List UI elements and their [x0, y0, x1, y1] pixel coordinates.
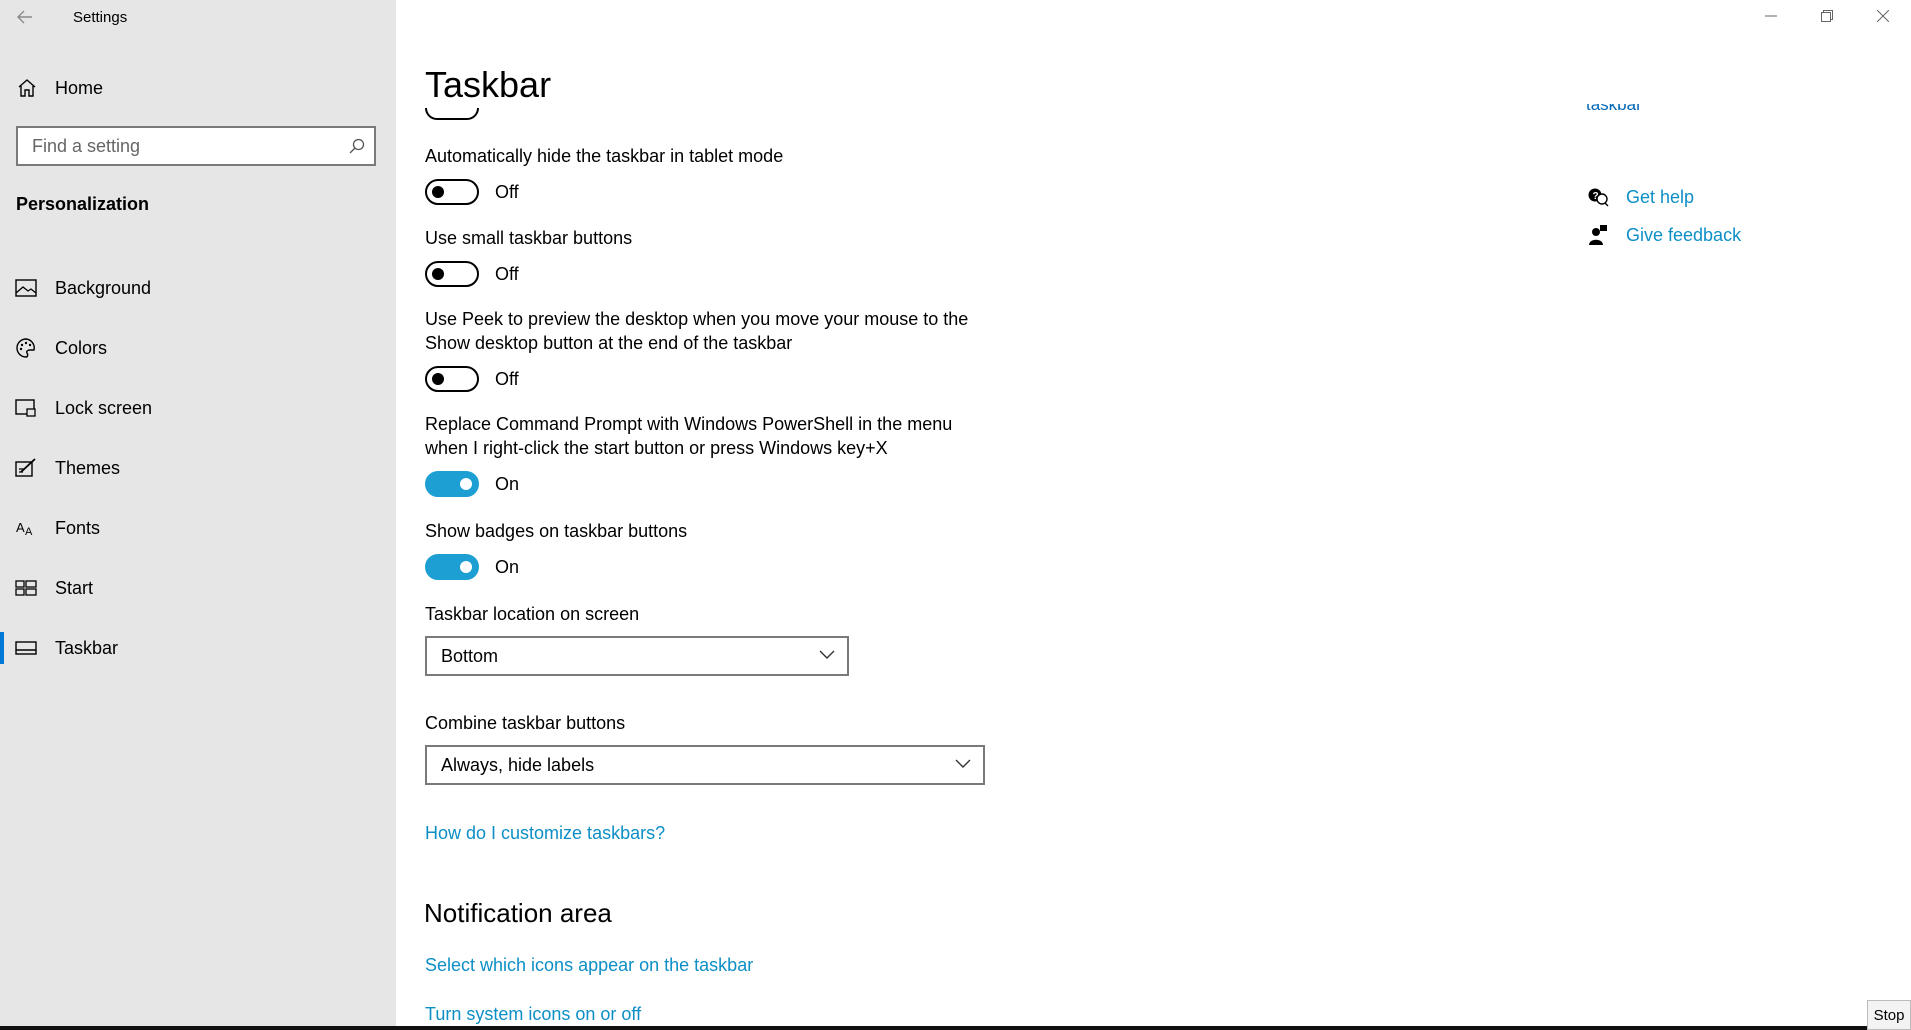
scrolled-toggle-edge: [425, 108, 479, 120]
small-buttons-toggle[interactable]: [425, 261, 479, 287]
system-taskbar-edge: [0, 1026, 1911, 1030]
page-title: Taskbar: [425, 64, 552, 105]
select-icons-link[interactable]: Select which icons appear on the taskbar: [425, 955, 753, 976]
clipped-link-text: taskbar: [1586, 104, 1642, 114]
chat-help-icon: ?: [1586, 185, 1610, 209]
close-button[interactable]: [1855, 0, 1911, 32]
search-icon[interactable]: [348, 137, 366, 160]
feedback-icon: [1586, 223, 1610, 247]
themes-icon: [14, 456, 38, 480]
title-bar: Settings: [0, 0, 396, 34]
setting-small-buttons: Use small taskbar buttons Off: [425, 226, 985, 288]
taskbar-location-label: Taskbar location on screen: [425, 604, 640, 624]
sidebar-item-label: Start: [55, 577, 94, 598]
help-panel: ? Get help Give feedback: [1586, 178, 1741, 254]
lock-screen-icon: [14, 396, 38, 420]
toggle-state: Off: [495, 263, 519, 284]
get-help-label: Get help: [1626, 186, 1695, 207]
restore-icon: [1821, 10, 1833, 22]
search-input[interactable]: [18, 135, 338, 157]
home-label: Home: [55, 77, 104, 98]
search-box[interactable]: [16, 126, 376, 166]
app-title: Settings: [73, 8, 128, 26]
setting-title: Use small taskbar buttons: [425, 228, 633, 248]
peek-toggle[interactable]: [425, 366, 479, 392]
sidebar-item-label: Fonts: [55, 517, 101, 538]
chevron-down-icon: [955, 756, 971, 774]
sidebar-item-lock-screen[interactable]: Lock screen: [0, 378, 396, 438]
powershell-toggle[interactable]: [425, 471, 479, 497]
combine-buttons-label: Combine taskbar buttons: [425, 713, 626, 733]
autohide-tablet-toggle[interactable]: [425, 179, 479, 205]
setting-peek: Use Peek to preview the desktop when you…: [425, 307, 985, 393]
notification-area-heading: Notification area: [424, 898, 612, 928]
chevron-down-icon: [819, 647, 835, 665]
home-nav-item[interactable]: Home: [0, 68, 396, 108]
give-feedback-label: Give feedback: [1626, 224, 1742, 245]
main-content: Taskbar taskbar Automatically hide the t…: [396, 0, 1911, 1030]
back-arrow-icon: [17, 10, 32, 24]
back-button[interactable]: [0, 0, 50, 34]
setting-powershell: Replace Command Prompt with Windows Powe…: [425, 412, 985, 498]
svg-text:A: A: [25, 526, 33, 538]
sidebar-item-background[interactable]: Background: [0, 258, 396, 318]
setting-title: Show badges on taskbar buttons: [425, 521, 688, 541]
taskbar-icon: [14, 636, 38, 660]
minimize-button[interactable]: [1743, 0, 1799, 32]
give-feedback-link[interactable]: Give feedback: [1586, 216, 1741, 254]
sidebar-item-themes[interactable]: Themes: [0, 438, 396, 498]
sidebar-item-label: Background: [55, 277, 152, 298]
start-icon: [14, 576, 38, 600]
fonts-icon: AA: [14, 516, 38, 540]
dropdown-value: Always, hide labels: [441, 754, 595, 775]
sidebar-item-label: Lock screen: [55, 397, 153, 418]
setting-badges: Show badges on taskbar buttons On: [425, 519, 985, 581]
sidebar: Settings Home Personalization Background…: [0, 0, 396, 1030]
palette-icon: [14, 336, 38, 360]
setting-title: Use Peek to preview the desktop when you…: [425, 309, 969, 353]
badges-toggle[interactable]: [425, 554, 479, 580]
combine-buttons-dropdown[interactable]: Always, hide labels: [425, 745, 985, 785]
toggle-state: Off: [495, 181, 519, 202]
system-icons-link[interactable]: Turn system icons on or off: [425, 1004, 641, 1025]
setting-title: Automatically hide the taskbar in tablet…: [425, 146, 784, 166]
sidebar-nav: Background Colors Lock screen Themes AA …: [0, 258, 396, 678]
picture-icon: [14, 276, 38, 300]
minimize-icon: [1765, 15, 1777, 17]
home-icon: [16, 77, 38, 99]
window-controls: [1743, 0, 1911, 32]
get-help-link[interactable]: ? Get help: [1586, 178, 1741, 216]
scrolled-link-fragment: taskbar: [1586, 104, 1646, 118]
sidebar-item-colors[interactable]: Colors: [0, 318, 396, 378]
stop-button[interactable]: Stop: [1867, 1000, 1911, 1030]
sidebar-item-start[interactable]: Start: [0, 558, 396, 618]
svg-text:A: A: [16, 520, 25, 535]
customize-taskbars-link[interactable]: How do I customize taskbars?: [425, 823, 665, 844]
setting-autohide-tablet: Automatically hide the taskbar in tablet…: [425, 144, 985, 206]
dropdown-value: Bottom: [441, 645, 499, 666]
setting-title: Replace Command Prompt with Windows Powe…: [425, 414, 953, 458]
sidebar-item-label: Themes: [55, 457, 121, 478]
toggle-state: On: [495, 556, 520, 577]
restore-button[interactable]: [1799, 0, 1855, 32]
sidebar-item-taskbar[interactable]: Taskbar: [0, 618, 396, 678]
sidebar-item-label: Colors: [55, 337, 108, 358]
sidebar-item-label: Taskbar: [55, 637, 119, 658]
close-icon: [1877, 10, 1889, 22]
sidebar-item-fonts[interactable]: AA Fonts: [0, 498, 396, 558]
section-title: Personalization: [16, 194, 150, 214]
toggle-state: Off: [495, 368, 519, 389]
taskbar-location-dropdown[interactable]: Bottom: [425, 636, 849, 676]
toggle-state: On: [495, 473, 520, 494]
